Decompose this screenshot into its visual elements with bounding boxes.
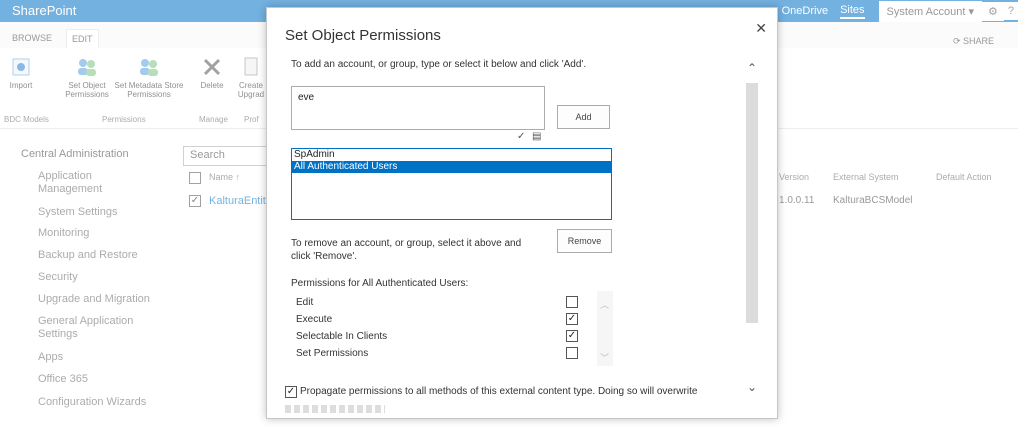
permission-execute-label: Execute bbox=[296, 314, 333, 325]
propagate-label: Propagate permissions to all methods of … bbox=[300, 386, 698, 397]
propagate-checkbox[interactable]: ✓ bbox=[285, 386, 297, 398]
permission-edit-label: Edit bbox=[296, 297, 314, 308]
permission-set-permissions-label: Set Permissions bbox=[296, 348, 369, 359]
people-picker-input[interactable]: eve bbox=[291, 86, 545, 130]
dialog-scroll-down-icon[interactable]: ⌄ bbox=[747, 380, 757, 394]
dialog-title: Set Object Permissions bbox=[285, 27, 441, 44]
check-names-icon[interactable]: ✓ bbox=[517, 131, 525, 142]
account-item-spadmin[interactable]: SpAdmin bbox=[292, 149, 611, 161]
people-picker-value: eve bbox=[298, 92, 315, 103]
scroll-up-icon[interactable]: ︿ bbox=[600, 298, 609, 311]
dialog-scroll-thumb[interactable] bbox=[746, 83, 758, 323]
permission-execute-checkbox[interactable]: ✓ bbox=[566, 313, 578, 325]
dialog-scrollbar[interactable]: ⌃ ⌄ bbox=[745, 61, 759, 398]
close-icon[interactable]: ✕ bbox=[755, 20, 767, 37]
permissions-scrollbar[interactable]: ︿ ﹀ bbox=[597, 291, 613, 366]
account-item-all-authenticated-users[interactable]: All Authenticated Users bbox=[292, 161, 611, 173]
scroll-down-icon[interactable]: ﹀ bbox=[600, 351, 609, 364]
permission-selectable-label: Selectable In Clients bbox=[296, 331, 388, 342]
remove-instruction: To remove an account, or group, select i… bbox=[291, 238, 522, 262]
permission-set-permissions-checkbox[interactable] bbox=[566, 347, 578, 359]
remove-button[interactable]: Remove bbox=[557, 229, 612, 253]
permissions-label: Permissions for All Authenticated Users: bbox=[291, 278, 469, 289]
propagate-label-continuation bbox=[285, 405, 385, 413]
set-object-permissions-dialog: Set Object Permissions ✕ To add an accou… bbox=[266, 7, 778, 419]
accounts-listbox[interactable]: SpAdmin All Authenticated Users bbox=[291, 148, 612, 220]
dialog-scroll-up-icon[interactable]: ⌃ bbox=[747, 61, 757, 75]
add-button[interactable]: Add bbox=[557, 105, 610, 129]
permission-edit-checkbox[interactable] bbox=[566, 296, 578, 308]
browse-directory-icon[interactable]: ▤ bbox=[532, 131, 541, 142]
add-instruction: To add an account, or group, type or sel… bbox=[291, 59, 587, 70]
permission-selectable-checkbox[interactable]: ✓ bbox=[566, 330, 578, 342]
